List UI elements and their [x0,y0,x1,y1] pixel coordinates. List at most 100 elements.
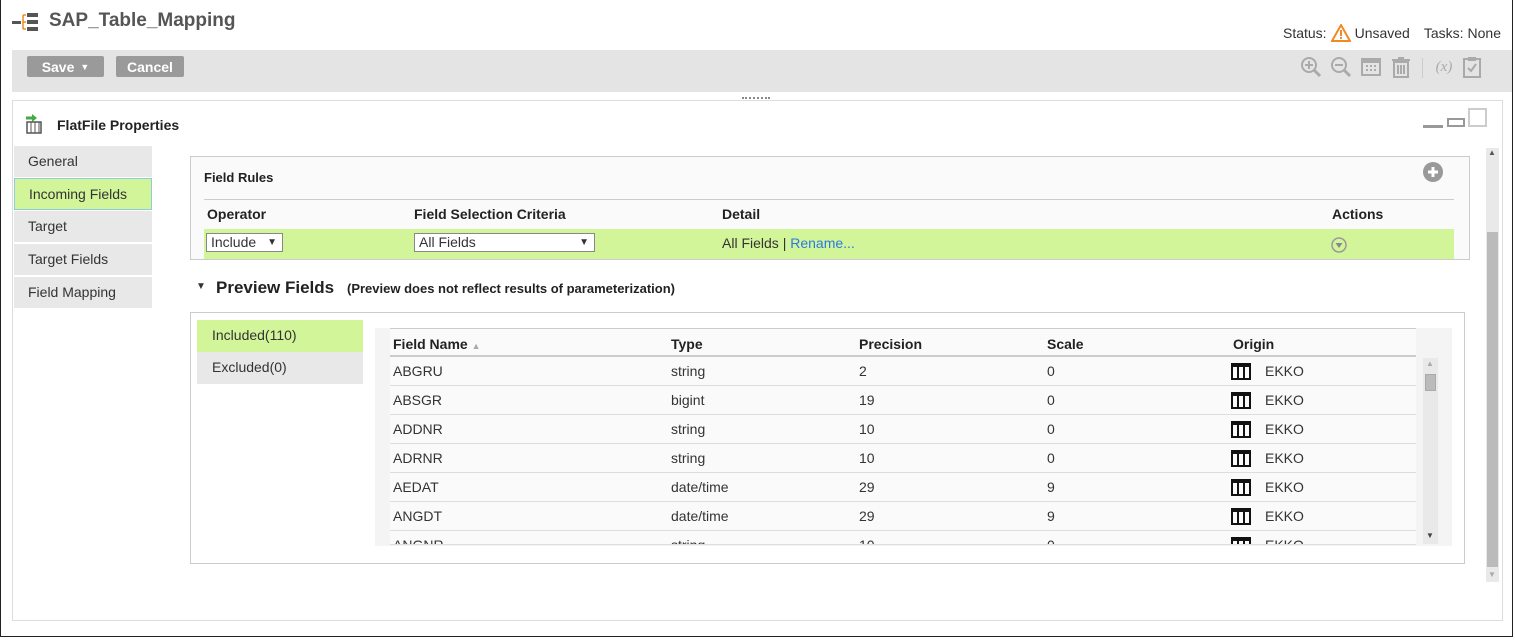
chevron-down-icon: ▼ [579,237,589,248]
mapping-icon [12,13,38,31]
cancel-button[interactable]: Cancel [116,56,184,77]
validate-icon[interactable] [1461,56,1483,78]
operator-select[interactable]: Include ▼ [206,233,283,252]
toolbar: Save ▼ Cancel (x) [12,50,1512,92]
detail-text: All Fields [722,235,779,251]
scroll-down-icon[interactable]: ▼ [1488,570,1496,579]
criteria-value: All Fields [419,234,476,250]
field-type: string [671,537,706,545]
operator-value: Include [211,234,257,250]
nav-item-target-fields[interactable]: Target Fields [14,244,152,276]
field-type: string [671,421,706,437]
field-name: ABGRU [393,363,443,379]
scroll-up-icon[interactable]: ▲ [1426,359,1434,368]
zoom-out-icon[interactable] [1330,56,1352,78]
table-icon [1231,450,1251,467]
field-precision: 29 [859,479,875,495]
col-origin[interactable]: Origin [1233,336,1274,352]
col-field-name-label: Field Name [393,336,468,352]
expression-icon[interactable]: (x) [1430,56,1458,78]
table-icon [1231,508,1251,525]
field-origin: EKKO [1265,450,1304,466]
toolbar-divider [1422,58,1423,78]
field-name: ADDNR [393,421,443,437]
field-scale: 0 [1047,537,1055,545]
flatfile-icon [26,114,42,134]
table-icon [1231,421,1251,438]
table-row[interactable]: ABSGR bigint 19 0 EKKO [390,386,1416,415]
field-type: date/time [671,508,729,524]
nav-item-field-mapping[interactable]: Field Mapping [14,277,152,309]
save-label: Save [41,58,75,75]
collapse-icon[interactable]: ▼ [196,281,206,292]
table-icon [1231,392,1251,409]
panel-title: FlatFile Properties [57,117,180,133]
field-origin: EKKO [1265,363,1304,379]
table-row[interactable]: ANGNR string 10 0 EKKO [390,531,1416,545]
table-icon [1231,537,1251,544]
col-actions: Actions [1332,206,1384,222]
app-title: SAP_Table_Mapping [49,10,236,31]
zoom-in-icon[interactable] [1300,56,1322,78]
scroll-up-icon[interactable]: ▲ [1488,148,1496,157]
chevron-down-icon: ▼ [80,61,90,72]
table-row[interactable]: ADDNR string 10 0 EKKO [390,415,1416,444]
table-row[interactable]: ADRNR string 10 0 EKKO [390,444,1416,473]
field-rules-title: Field Rules [204,170,274,185]
table-row[interactable]: ABGRU string 2 0 EKKO [390,357,1416,386]
table-row[interactable]: ANGDT date/time 29 9 EKKO [390,502,1416,531]
field-scale: 9 [1047,508,1055,524]
field-origin: EKKO [1265,508,1304,524]
field-precision: 29 [859,508,875,524]
field-name: AEDAT [393,479,439,495]
criteria-select[interactable]: All Fields ▼ [414,233,595,252]
field-type: bigint [671,392,705,408]
field-type: string [671,450,706,466]
col-type[interactable]: Type [671,336,703,352]
scroll-down-icon[interactable]: ▼ [1426,531,1434,540]
add-rule-icon[interactable] [1423,162,1443,182]
tasks-label: Tasks: [1423,25,1464,41]
maximize-button[interactable] [1468,108,1487,127]
field-origin: EKKO [1265,392,1304,408]
col-criteria: Field Selection Criteria [414,206,566,222]
col-scale[interactable]: Scale [1047,336,1084,352]
preview-title: Preview Fields [216,278,335,297]
tab-included[interactable]: Included(110) [197,320,363,352]
grid-icon[interactable] [1360,56,1382,78]
field-name: ABSGR [393,392,443,408]
field-precision: 10 [859,537,875,545]
col-operator: Operator [207,206,267,222]
table-row[interactable]: AEDAT date/time 29 9 EKKO [390,473,1416,502]
warning-icon [1330,24,1351,42]
field-scale: 0 [1047,363,1055,379]
main-scrollbar-thumb[interactable] [1487,232,1498,567]
field-precision: 10 [859,421,875,437]
restore-button[interactable] [1447,118,1465,127]
nav-item-target[interactable]: Target [14,211,152,243]
nav-item-incoming-fields[interactable]: Incoming Fields [14,178,152,210]
field-precision: 2 [859,363,867,379]
actions-menu-icon[interactable] [1331,237,1347,253]
save-button[interactable]: Save ▼ [27,56,104,77]
col-field-name[interactable]: Field Name ▲ [393,336,481,352]
nav-item-general[interactable]: General [14,146,152,178]
minimize-button[interactable] [1423,125,1443,128]
table-scrollbar-thumb[interactable] [1425,374,1436,391]
field-type: date/time [671,479,729,495]
col-precision[interactable]: Precision [859,336,922,352]
field-precision: 19 [859,392,875,408]
field-scale: 0 [1047,392,1055,408]
preview-note: (Preview does not reflect results of par… [347,281,675,296]
rename-link[interactable]: Rename... [790,235,855,251]
chevron-down-icon: ▼ [267,237,277,248]
status-bar: Status: Unsaved Tasks: None [1283,24,1501,42]
status-value: Unsaved [1354,25,1410,41]
field-origin: EKKO [1265,421,1304,437]
trash-icon[interactable] [1390,56,1412,78]
tasks-value: None [1467,25,1501,41]
field-origin: EKKO [1265,479,1304,495]
table-icon [1231,363,1251,380]
tab-excluded[interactable]: Excluded(0) [197,352,363,384]
field-name: ANGDT [393,508,442,524]
